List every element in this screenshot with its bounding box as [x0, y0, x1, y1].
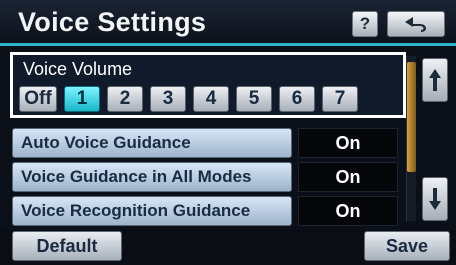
auto-voice-guidance-button[interactable]: Auto Voice Guidance	[12, 128, 292, 158]
volume-1-button[interactable]: 1	[64, 86, 100, 112]
volume-2-button[interactable]: 2	[107, 86, 143, 112]
scroll-up-icon	[429, 69, 441, 91]
page-title: Voice Settings	[18, 7, 207, 37]
voice-guidance-all-modes-value: On	[298, 162, 398, 192]
voice-volume-panel: Voice Volume Off 1 2 3 4 5 6 7	[10, 52, 406, 118]
setting-row-voice-guidance-all-modes: Voice Guidance in All Modes On	[12, 162, 398, 192]
voice-guidance-all-modes-button[interactable]: Voice Guidance in All Modes	[12, 162, 292, 192]
volume-7-button[interactable]: 7	[322, 86, 358, 112]
auto-voice-guidance-value: On	[298, 128, 398, 158]
scrollbar[interactable]	[406, 56, 416, 221]
default-button[interactable]: Default	[12, 231, 122, 261]
scroll-down-icon	[429, 188, 441, 210]
volume-5-button[interactable]: 5	[236, 86, 272, 112]
back-arrow-icon	[405, 17, 426, 32]
help-button[interactable]: ?	[352, 11, 378, 37]
volume-3-button[interactable]: 3	[150, 86, 186, 112]
setting-row-voice-recognition-guidance: Voice Recognition Guidance On	[12, 196, 398, 226]
setting-row-auto-voice-guidance: Auto Voice Guidance On	[12, 128, 398, 158]
volume-off-button[interactable]: Off	[19, 86, 57, 112]
scroll-down-button[interactable]	[422, 177, 448, 221]
voice-recognition-guidance-button[interactable]: Voice Recognition Guidance	[12, 196, 292, 226]
voice-settings-screen: Voice Settings ? Voice Volume Off 1 2 3 …	[0, 0, 456, 265]
save-button[interactable]: Save	[364, 231, 450, 261]
volume-6-button[interactable]: 6	[279, 86, 315, 112]
header-bar: Voice Settings ?	[0, 0, 456, 46]
scroll-thumb[interactable]	[407, 62, 416, 172]
voice-recognition-guidance-value: On	[298, 196, 398, 226]
voice-volume-label: Voice Volume	[23, 59, 133, 79]
scroll-up-button[interactable]	[422, 58, 448, 102]
volume-4-button[interactable]: 4	[193, 86, 229, 112]
back-button[interactable]	[387, 11, 445, 37]
